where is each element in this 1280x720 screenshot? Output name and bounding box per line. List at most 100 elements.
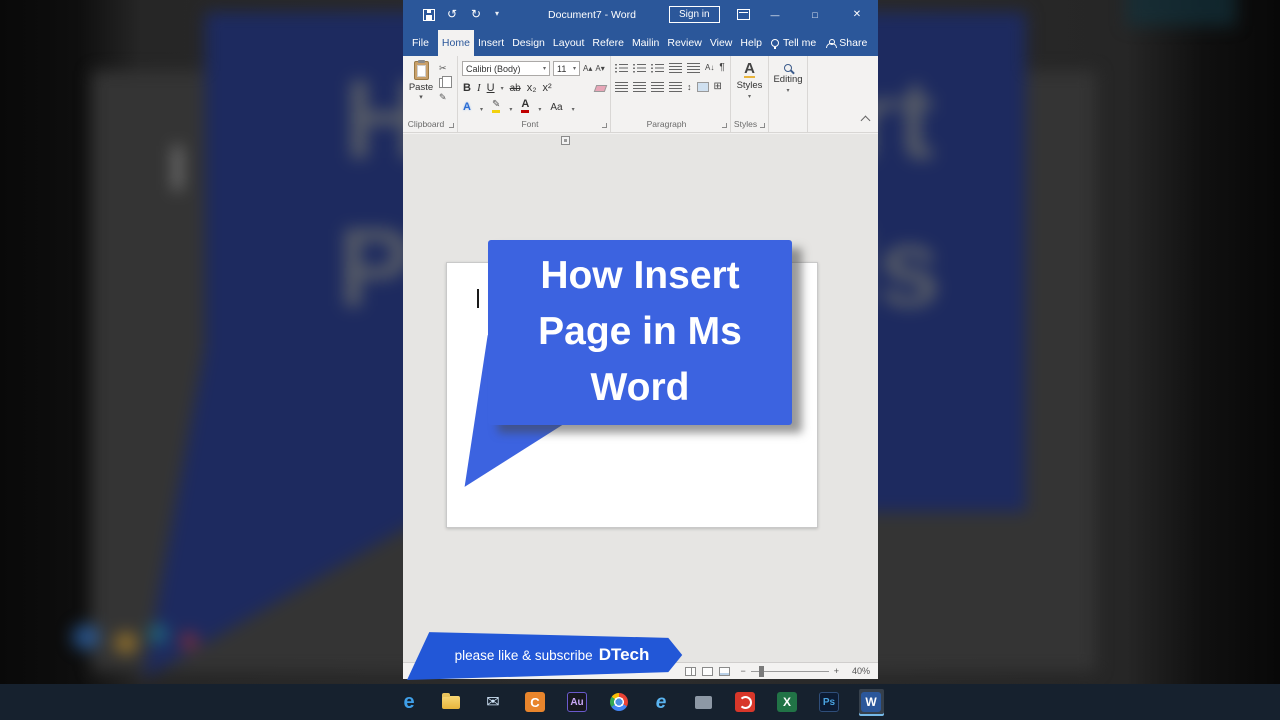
paste-button[interactable]: Paste ▾ xyxy=(407,60,435,101)
font-row-1: Calibri (Body) ▾ 11 ▾ A▴ A▾ xyxy=(462,61,605,76)
clipboard-group: Paste ▾ ✂ ✎ Clipboard xyxy=(403,56,458,132)
bg-smudge-red xyxy=(180,632,198,650)
underline-button[interactable]: U xyxy=(487,82,495,94)
tab-layout[interactable]: Layout xyxy=(549,30,589,56)
borders-icon[interactable]: ⊞ xyxy=(714,81,722,92)
tell-me-box[interactable]: Tell me xyxy=(766,30,821,56)
format-painter-icon[interactable]: ✎ xyxy=(439,92,447,103)
strikethrough-button[interactable]: ab xyxy=(510,83,521,94)
zoom-in-button[interactable]: + xyxy=(834,666,839,676)
channel-name: DTech xyxy=(598,645,650,664)
bold-button[interactable]: B xyxy=(463,82,471,94)
ribbon-display-options-icon[interactable] xyxy=(737,9,750,20)
underline-dropdown-icon[interactable]: ▾ xyxy=(501,85,504,92)
lightbulb-icon xyxy=(771,39,779,49)
taskbar-photoshop-icon[interactable]: Ps xyxy=(817,689,842,716)
font-family-combo[interactable]: Calibri (Body) ▾ xyxy=(462,61,550,76)
undo-button[interactable]: ↺ xyxy=(447,7,457,21)
clear-formatting-icon[interactable] xyxy=(593,84,608,92)
styles-button[interactable]: A Styles ▾ xyxy=(731,61,768,100)
numbering-icon[interactable] xyxy=(633,63,646,73)
shrink-font-button[interactable]: A▾ xyxy=(595,64,604,73)
copy-icon[interactable] xyxy=(439,76,452,88)
editing-button[interactable]: Editing ▾ xyxy=(769,61,807,94)
quick-access-dropdown[interactable]: ▾ xyxy=(495,9,499,18)
tab-insert[interactable]: Insert xyxy=(474,30,508,56)
taskbar-app-c-icon[interactable]: C xyxy=(523,689,548,716)
align-right-icon[interactable] xyxy=(651,81,664,92)
change-case-button[interactable]: Aa xyxy=(550,102,562,113)
zoom-out-button[interactable]: − xyxy=(740,666,745,676)
paragraph-group-label: Paragraph xyxy=(646,119,687,129)
align-left-icon[interactable] xyxy=(615,81,628,92)
font-size-combo[interactable]: 11 ▾ xyxy=(553,61,580,76)
close-button[interactable]: ✕ xyxy=(841,0,873,30)
subscript-button[interactable]: x₂ xyxy=(527,82,537,94)
taskbar-system-app-icon[interactable] xyxy=(691,689,716,716)
web-layout-icon[interactable] xyxy=(719,666,731,676)
tab-references[interactable]: Refere xyxy=(588,30,628,56)
decrease-indent-icon[interactable] xyxy=(669,62,682,73)
taskbar-file-explorer-icon[interactable] xyxy=(439,689,464,716)
taskbar-chrome-icon[interactable] xyxy=(607,689,632,716)
tab-mailings[interactable]: Mailin xyxy=(628,30,663,56)
overlay-title: How Insert Page in Ms Word xyxy=(488,248,792,416)
font-size-dropdown-icon: ▾ xyxy=(572,66,576,72)
share-button[interactable]: Share xyxy=(821,30,878,56)
show-hide-pilcrow-icon[interactable]: ¶ xyxy=(719,62,724,73)
font-dialog-launcher[interactable] xyxy=(602,123,607,128)
line-spacing-icon[interactable]: ↕ xyxy=(687,82,692,92)
tab-file[interactable]: File xyxy=(403,30,438,56)
align-center-icon[interactable] xyxy=(633,81,646,92)
tab-view[interactable]: View xyxy=(706,30,737,56)
styles-dialog-launcher[interactable] xyxy=(760,123,765,128)
shading-icon[interactable] xyxy=(696,81,709,92)
collapse-ribbon-icon[interactable] xyxy=(860,115,871,126)
zoom-slider[interactable] xyxy=(750,665,829,677)
superscript-button[interactable]: x² xyxy=(543,82,552,94)
tab-review[interactable]: Review xyxy=(663,30,705,56)
highlight-button[interactable]: ✎ xyxy=(491,100,501,113)
sign-in-button[interactable]: Sign in xyxy=(669,6,720,23)
text-effects-button[interactable]: A xyxy=(463,101,471,113)
font-color-button[interactable]: A xyxy=(521,99,530,113)
minimize-button[interactable]: — xyxy=(759,0,791,30)
paste-dropdown-icon[interactable]: ▾ xyxy=(407,93,435,101)
justify-icon[interactable] xyxy=(669,81,682,92)
redo-button[interactable]: ↻ xyxy=(471,7,481,21)
clipboard-dialog-launcher[interactable] xyxy=(449,123,454,128)
save-icon[interactable] xyxy=(423,9,435,21)
taskbar-mail-icon[interactable]: ✉ xyxy=(481,689,506,716)
editing-dropdown-icon: ▾ xyxy=(786,88,790,94)
styles-icon: A xyxy=(744,60,755,78)
video-frame: ↺ ↻ ▾ Document7 - Word Sign in — □ ✕ Fil… xyxy=(403,0,878,684)
read-mode-icon[interactable] xyxy=(685,666,697,676)
sort-icon[interactable]: A↓ xyxy=(705,63,714,72)
maximize-button[interactable]: □ xyxy=(799,0,831,30)
paragraph-row-1: A↓ ¶ xyxy=(615,62,725,73)
increase-indent-icon[interactable] xyxy=(687,62,700,73)
taskbar-audition-icon[interactable]: Au xyxy=(565,689,590,716)
tab-design[interactable]: Design xyxy=(508,30,549,56)
taskbar-word-icon[interactable]: W xyxy=(858,688,884,716)
paragraph-dialog-launcher[interactable] xyxy=(722,123,727,128)
grow-font-button[interactable]: A▴ xyxy=(583,64,592,73)
tab-help[interactable]: Help xyxy=(736,30,766,56)
overlay-line1: How Insert xyxy=(540,254,740,297)
print-layout-icon[interactable] xyxy=(702,666,714,676)
cut-icon[interactable]: ✂ xyxy=(439,63,447,74)
italic-button[interactable]: I xyxy=(477,82,481,94)
taskbar-red-app-icon[interactable] xyxy=(733,689,758,716)
bullets-icon[interactable] xyxy=(615,63,628,73)
tab-home[interactable]: Home xyxy=(437,30,474,56)
taskbar-edge-icon[interactable]: e xyxy=(397,689,422,716)
taskbar-internet-explorer-icon[interactable]: e xyxy=(649,689,674,716)
taskbar-excel-icon[interactable]: X xyxy=(775,689,800,716)
multilevel-list-icon[interactable] xyxy=(651,63,664,73)
zoom-slider-handle[interactable] xyxy=(758,665,764,677)
font-row-2: B I U ▾ ab x₂ x² xyxy=(463,81,608,95)
font-color-dropdown-icon: ▾ xyxy=(538,107,542,113)
title-bar: ↺ ↻ ▾ Document7 - Word Sign in — □ ✕ xyxy=(403,0,878,30)
font-family-dropdown-icon: ▾ xyxy=(542,66,546,72)
clipboard-mini-buttons: ✂ ✎ xyxy=(439,63,452,103)
